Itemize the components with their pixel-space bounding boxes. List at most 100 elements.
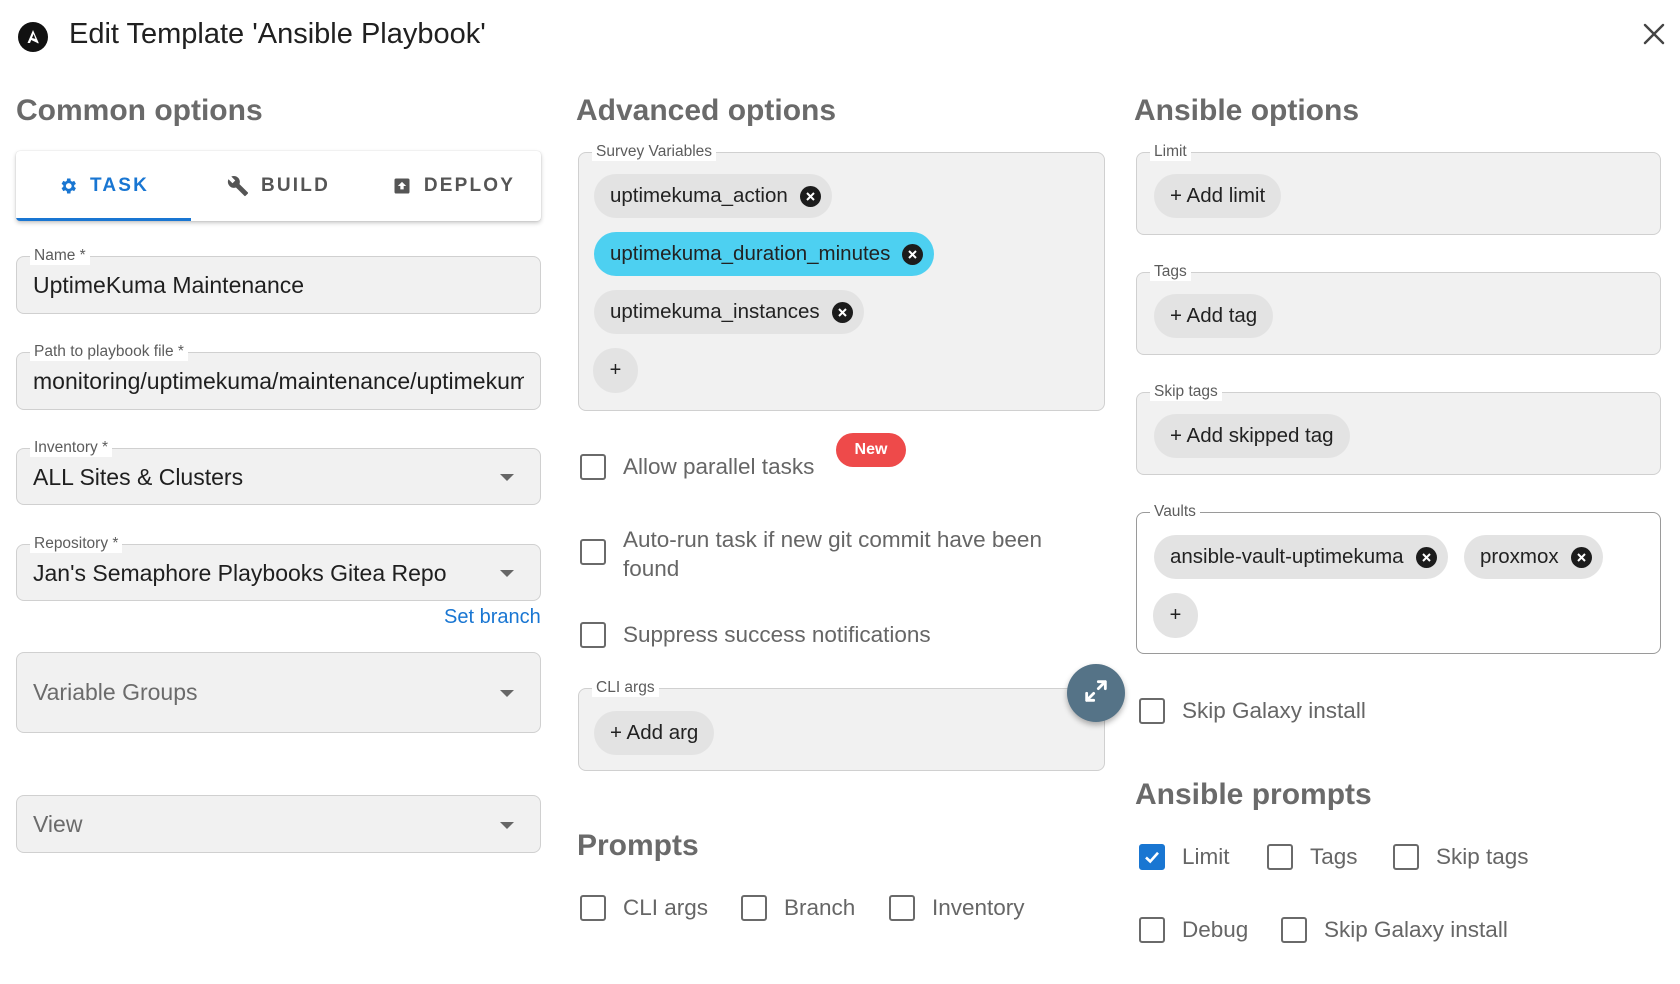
tags-label: Tags xyxy=(1150,263,1191,281)
ansible-prompt-limit-label: Limit xyxy=(1182,844,1230,869)
ansible-prompt-debug-checkbox[interactable]: Debug xyxy=(1139,917,1248,943)
vaults-field: Vaults xyxy=(1136,503,1661,654)
survey-var-chip[interactable]: uptimekuma_action xyxy=(594,174,832,218)
vaults-label: Vaults xyxy=(1150,503,1200,521)
checkbox-box[interactable] xyxy=(1139,698,1165,724)
ansible-logo-icon xyxy=(18,22,48,52)
expand-arrows-icon xyxy=(1082,677,1110,710)
limit-label: Limit xyxy=(1150,143,1191,161)
view-select[interactable]: View xyxy=(16,795,541,853)
vault-chip-label: proxmox xyxy=(1480,545,1559,568)
checkbox-box[interactable] xyxy=(580,539,606,565)
checkbox-box[interactable] xyxy=(1393,844,1419,870)
remove-chip-icon[interactable] xyxy=(1415,546,1437,568)
checkbox-box[interactable] xyxy=(889,895,915,921)
ansible-prompt-tags-label: Tags xyxy=(1310,844,1358,869)
checkbox-box[interactable] xyxy=(580,895,606,921)
prompt-branch-checkbox[interactable]: Branch xyxy=(741,895,855,921)
survey-var-chip-selected[interactable]: uptimekuma_duration_minutes xyxy=(594,232,935,276)
chevron-down-icon xyxy=(500,822,514,829)
inventory-select[interactable]: Inventory * ALL Sites & Clusters xyxy=(16,439,541,505)
variable-groups-placeholder: Variable Groups xyxy=(33,679,198,705)
wrench-icon xyxy=(227,175,249,197)
name-field[interactable]: Name * UptimeKuma Maintenance xyxy=(16,247,541,314)
skip-galaxy-label: Skip Galaxy install xyxy=(1182,698,1366,723)
chevron-down-icon xyxy=(500,474,514,481)
cli-args-label: CLI args xyxy=(592,679,659,697)
add-skipped-tag-button[interactable]: + Add skipped tag xyxy=(1154,414,1350,458)
checkbox-box[interactable] xyxy=(1267,844,1293,870)
dialog-title: Edit Template 'Ansible Playbook' xyxy=(69,18,486,50)
playbook-path-value: monitoring/uptimekuma/maintenance/uptime… xyxy=(33,368,524,394)
suppress-notifications-label: Suppress success notifications xyxy=(623,622,931,647)
expand-button[interactable] xyxy=(1067,664,1125,722)
vault-chip-label: ansible-vault-uptimekuma xyxy=(1170,545,1404,568)
checkbox-box[interactable] xyxy=(580,622,606,648)
prompt-inventory-checkbox[interactable]: Inventory xyxy=(889,895,1025,921)
allow-parallel-tasks-checkbox[interactable]: Allow parallel tasks xyxy=(580,454,814,480)
playbook-path-field[interactable]: Path to playbook file * monitoring/uptim… xyxy=(16,343,541,410)
name-value: UptimeKuma Maintenance xyxy=(33,272,305,298)
add-limit-button[interactable]: + Add limit xyxy=(1154,174,1282,218)
survey-var-chip[interactable]: uptimekuma_instances xyxy=(594,290,864,334)
inventory-value: ALL Sites & Clusters xyxy=(33,464,244,490)
gear-icon xyxy=(58,176,78,196)
view-placeholder: View xyxy=(33,811,83,837)
chevron-down-icon xyxy=(500,690,514,697)
variable-groups-select[interactable]: Variable Groups xyxy=(16,652,541,733)
survey-var-label: uptimekuma_duration_minutes xyxy=(610,242,891,265)
tab-deploy[interactable]: DEPLOY xyxy=(366,151,541,221)
repository-label: Repository * xyxy=(30,535,123,553)
skip-tags-label: Skip tags xyxy=(1150,383,1222,401)
set-branch-link[interactable]: Set branch xyxy=(444,606,541,629)
checkbox-box[interactable] xyxy=(580,454,606,480)
add-arg-button[interactable]: + Add arg xyxy=(594,711,715,755)
remove-chip-icon[interactable] xyxy=(831,301,853,323)
autorun-checkbox[interactable]: Auto-run task if new git commit have bee… xyxy=(580,525,1063,583)
add-tag-button[interactable]: + Add tag xyxy=(1154,294,1274,338)
skip-galaxy-checkbox[interactable]: Skip Galaxy install xyxy=(1139,698,1366,724)
allow-parallel-tasks-label: Allow parallel tasks xyxy=(623,454,815,479)
tab-deploy-label: DEPLOY xyxy=(423,175,516,196)
new-badge: New xyxy=(836,433,906,467)
ansible-prompt-skip-tags-checkbox[interactable]: Skip tags xyxy=(1393,844,1529,870)
ansible-prompt-skip-galaxy-checkbox[interactable]: Skip Galaxy install xyxy=(1281,917,1508,943)
survey-variables-label: Survey Variables xyxy=(592,143,717,161)
repository-select[interactable]: Repository * Jan's Semaphore Playbooks G… xyxy=(16,535,541,601)
checkbox-box[interactable] xyxy=(1139,917,1165,943)
checkmark-icon xyxy=(1145,851,1159,864)
remove-chip-icon[interactable] xyxy=(1570,546,1592,568)
checkbox-box[interactable] xyxy=(741,895,767,921)
template-type-tabs: TASK BUILD DEPLOY xyxy=(16,151,541,221)
tab-build-label: BUILD xyxy=(260,175,331,196)
checkbox-box-checked[interactable] xyxy=(1139,844,1165,870)
tab-build[interactable]: BUILD xyxy=(191,151,366,221)
ansible-prompt-debug-label: Debug xyxy=(1182,917,1249,942)
remove-chip-icon[interactable] xyxy=(799,185,821,207)
prompt-inventory-label: Inventory xyxy=(932,895,1025,920)
tab-task[interactable]: TASK xyxy=(16,151,191,221)
advanced-options-heading: Advanced options xyxy=(576,94,837,127)
survey-var-label: uptimekuma_action xyxy=(610,184,788,207)
add-vault-button[interactable]: + xyxy=(1153,593,1198,638)
survey-var-label: uptimekuma_instances xyxy=(610,300,820,323)
suppress-notifications-checkbox[interactable]: Suppress success notifications xyxy=(580,622,931,648)
prompts-heading: Prompts xyxy=(577,829,699,862)
vault-chip[interactable]: proxmox xyxy=(1464,535,1603,579)
add-survey-var-button[interactable]: + xyxy=(593,348,638,393)
vault-chip[interactable]: ansible-vault-uptimekuma xyxy=(1154,535,1448,579)
prompt-cli-args-checkbox[interactable]: CLI args xyxy=(580,895,708,921)
ansible-options-heading: Ansible options xyxy=(1134,94,1359,127)
common-options-heading: Common options xyxy=(16,94,263,127)
ansible-prompt-skip-galaxy-label: Skip Galaxy install xyxy=(1324,917,1508,942)
close-icon[interactable] xyxy=(1640,20,1668,48)
name-label: Name * xyxy=(30,247,90,265)
prompt-branch-label: Branch xyxy=(784,895,856,920)
upload-box-icon xyxy=(392,176,412,196)
ansible-prompt-tags-checkbox[interactable]: Tags xyxy=(1267,844,1358,870)
remove-chip-icon[interactable] xyxy=(902,243,924,265)
ansible-prompt-limit-checkbox[interactable]: Limit xyxy=(1139,844,1230,870)
checkbox-box[interactable] xyxy=(1281,917,1307,943)
chevron-down-icon xyxy=(500,570,514,577)
prompt-cli-args-label: CLI args xyxy=(623,895,709,920)
